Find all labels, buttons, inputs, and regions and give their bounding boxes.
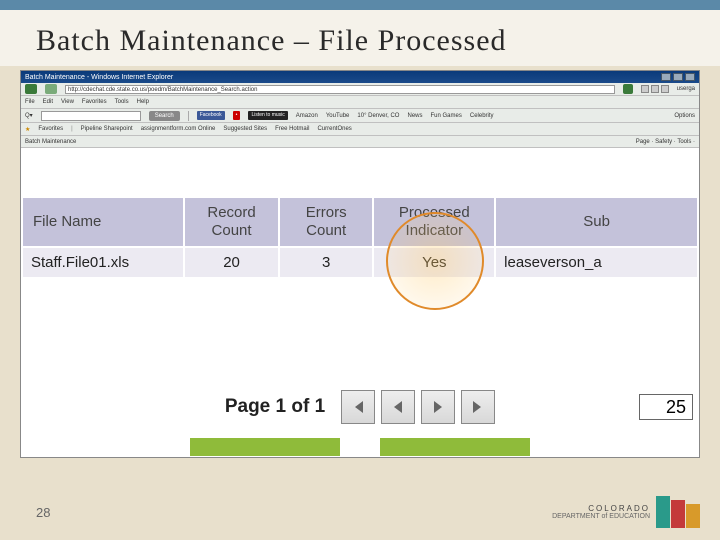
toolbar-link-news[interactable]: News: [407, 113, 422, 119]
cell-record-count: 20: [184, 247, 279, 278]
tab-row: Batch Maintenance Page · Safety · Tools …: [21, 136, 699, 148]
security-icons: [641, 85, 669, 93]
brand-line1: COLORADO: [552, 504, 650, 513]
go-button[interactable]: [623, 84, 633, 94]
slide-footer: 28 COLORADO DEPARTMENT of EDUCATION: [36, 496, 700, 528]
fav-item-0[interactable]: Pipeline Sharepoint: [81, 126, 133, 132]
forward-button[interactable]: [45, 84, 57, 94]
notif-badge[interactable]: •: [233, 111, 241, 120]
logo-bar-c: [656, 496, 670, 528]
toolbar-link-weather[interactable]: 10° Denver, CO: [357, 113, 399, 119]
menu-favorites[interactable]: Favorites: [82, 99, 107, 105]
toolbar-link-celebrity[interactable]: Celebrity: [470, 113, 494, 119]
table-row[interactable]: Staff.File01.xls 20 3 Yes leaseverson_a: [22, 247, 698, 278]
facebook-badge[interactable]: Facebook: [197, 111, 225, 120]
favorites-icon[interactable]: ★: [25, 126, 30, 133]
cde-logo: [656, 496, 700, 528]
col-errors-count[interactable]: ErrorsCount: [279, 197, 374, 247]
toolbar-sep: [188, 111, 189, 121]
green-block-1: [190, 438, 340, 456]
logo-bar-d: [671, 500, 685, 528]
window-titlebar: Batch Maintenance - Windows Internet Exp…: [21, 71, 699, 83]
content-area: File Name RecordCount ErrorsCount Proces…: [21, 196, 699, 376]
brand-block: COLORADO DEPARTMENT of EDUCATION: [552, 496, 700, 528]
table-header-row: File Name RecordCount ErrorsCount Proces…: [22, 197, 698, 247]
favorites-label[interactable]: Favorites: [38, 126, 63, 132]
cell-submitted: leaseverson_a: [495, 247, 698, 278]
fav-item-3[interactable]: Free Hotmail: [275, 126, 309, 132]
window-controls: [661, 73, 695, 81]
lock-icon: [641, 85, 649, 93]
menu-bar: File Edit View Favorites Tools Help: [21, 96, 699, 109]
url-input[interactable]: http://cdechat.cde.state.co.us/poedm/Bat…: [65, 85, 615, 94]
toolbar-options[interactable]: Options: [674, 113, 695, 119]
page-tab[interactable]: Batch Maintenance: [25, 139, 76, 145]
toolbar-row: Q▾ Search Facebook • Listen to music Ama…: [21, 109, 699, 123]
slide-page-number: 28: [36, 505, 50, 520]
green-strip: [21, 438, 699, 458]
cell-processed: Yes: [373, 247, 495, 278]
first-page-button[interactable]: [341, 390, 375, 424]
toolbar-q-label: Q▾: [25, 112, 33, 119]
col-record-count[interactable]: RecordCount: [184, 197, 279, 247]
toolbar-search-button[interactable]: Search: [149, 111, 180, 121]
cert-icon: [651, 85, 659, 93]
back-button[interactable]: [25, 84, 37, 94]
pager-row: Page 1 of 1 25: [21, 376, 699, 438]
col-file-name[interactable]: File Name: [22, 197, 184, 247]
green-block-2: [380, 438, 530, 456]
logo-bar-e: [686, 504, 700, 528]
col-processed[interactable]: ProcessedIndicator: [373, 197, 495, 247]
slide-accent-bar: [0, 0, 720, 10]
page-tools[interactable]: Page · Safety · Tools ·: [636, 139, 695, 145]
prev-page-button[interactable]: [381, 390, 415, 424]
listen-badge[interactable]: Listen to music: [248, 111, 287, 120]
menu-view[interactable]: View: [61, 99, 74, 105]
cell-file-name: Staff.File01.xls: [22, 247, 184, 278]
menu-tools[interactable]: Tools: [115, 99, 129, 105]
address-bar-row: http://cdechat.cde.state.co.us/poedm/Bat…: [21, 83, 699, 96]
toolbar-link-youtube[interactable]: YouTube: [326, 113, 350, 119]
pager-label: Page 1 of 1: [225, 396, 325, 418]
col-submitted[interactable]: Sub: [495, 197, 698, 247]
fav-item-1[interactable]: assignmentform.com Online: [141, 126, 216, 132]
next-page-button[interactable]: [421, 390, 455, 424]
maximize-button[interactable]: [673, 73, 683, 81]
menu-file[interactable]: File: [25, 99, 35, 105]
fav-item-4[interactable]: CurrentOnes: [317, 126, 351, 132]
toolbar-link-amazon[interactable]: Amazon: [296, 113, 318, 119]
cell-errors-count: 3: [279, 247, 374, 278]
fav-item-2[interactable]: Suggested Sites: [223, 126, 267, 132]
toolbar-search-input[interactable]: [41, 111, 141, 121]
per-page-input[interactable]: 25: [639, 394, 693, 420]
popup-icon: [661, 85, 669, 93]
brand-text: COLORADO DEPARTMENT of EDUCATION: [552, 504, 650, 520]
close-button[interactable]: [685, 73, 695, 81]
menu-help[interactable]: Help: [137, 99, 149, 105]
last-page-button[interactable]: [461, 390, 495, 424]
toolbar-link-games[interactable]: Fun Games: [431, 113, 462, 119]
browser-window: Batch Maintenance - Windows Internet Exp…: [20, 70, 700, 458]
favorites-bar: ★ Favorites | Pipeline Sharepoint assign…: [21, 123, 699, 136]
menu-edit[interactable]: Edit: [43, 99, 53, 105]
user-badge: userga: [677, 86, 695, 92]
brand-line2: DEPARTMENT of EDUCATION: [552, 513, 650, 520]
batch-table: File Name RecordCount ErrorsCount Proces…: [21, 196, 699, 279]
slide-title: Batch Maintenance – File Processed: [0, 10, 720, 66]
minimize-button[interactable]: [661, 73, 671, 81]
window-title-text: Batch Maintenance - Windows Internet Exp…: [25, 74, 173, 81]
